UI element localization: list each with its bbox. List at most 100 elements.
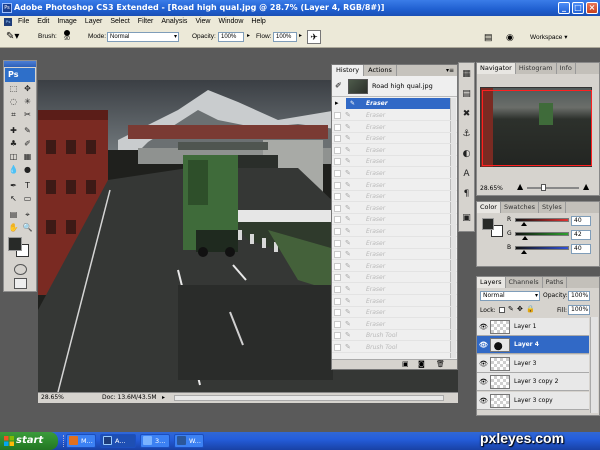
status-arrow-icon[interactable]: ▸: [162, 393, 165, 403]
flow-arrow-icon[interactable]: ▸: [299, 32, 302, 39]
navigator-slider-handle[interactable]: [541, 184, 546, 191]
task-word[interactable]: W...: [174, 434, 204, 448]
menu-layer[interactable]: Layer: [81, 18, 107, 25]
history-current-state[interactable]: ▸ ✎ Eraser: [335, 98, 450, 109]
navigator-view-box[interactable]: [482, 90, 592, 166]
history-state[interactable]: ✎ Eraser: [332, 307, 457, 319]
crop-icon[interactable]: ⌗: [7, 110, 20, 120]
history-state[interactable]: ✎ Eraser: [332, 272, 457, 284]
history-brush-checkbox[interactable]: [334, 309, 341, 317]
history-state[interactable]: ✎ Eraser: [332, 296, 457, 307]
brush-icon[interactable]: ✎: [21, 126, 34, 136]
layer-row[interactable]: 👁 Layer 1: [477, 318, 589, 336]
tab-histogram[interactable]: Histogram: [516, 63, 557, 74]
history-brush-source-icon[interactable]: ✐: [335, 81, 345, 91]
history-state[interactable]: ✎ Eraser: [332, 133, 457, 145]
history-brush-checkbox[interactable]: [334, 158, 341, 166]
history-brush-checkbox[interactable]: [334, 216, 341, 224]
eyedropper-icon[interactable]: ⌖: [21, 210, 34, 220]
history-brush-checkbox[interactable]: [334, 146, 341, 154]
tab-navigator[interactable]: Navigator: [477, 63, 516, 74]
mode-select[interactable]: Normal ▾: [107, 32, 179, 42]
color-slider-handle[interactable]: [521, 236, 528, 240]
history-state[interactable]: ✎ Eraser: [332, 203, 457, 214]
history-state[interactable]: ✎ Eraser: [332, 261, 457, 272]
paragraph-dock-icon[interactable]: ¶: [460, 187, 473, 201]
adjustments-dock-icon[interactable]: ◐: [460, 147, 473, 161]
foreground-color-swatch[interactable]: [8, 237, 22, 251]
visibility-eye-icon[interactable]: 👁: [479, 323, 488, 331]
color-channel-input[interactable]: 40: [571, 244, 591, 254]
history-brush-checkbox[interactable]: [334, 170, 341, 177]
layer-row[interactable]: 👁 Layer 3 copy 2: [477, 373, 589, 392]
clone-source-dock-icon[interactable]: ▤: [460, 87, 473, 101]
visibility-eye-icon[interactable]: 👁: [479, 341, 488, 349]
menu-view[interactable]: View: [191, 18, 214, 25]
task-explorer[interactable]: 3...: [140, 434, 170, 448]
trash-icon[interactable]: 🗑: [436, 360, 445, 368]
marquee-icon[interactable]: ⬚: [7, 84, 20, 94]
new-document-icon[interactable]: ▣: [402, 360, 409, 368]
history-snapshot[interactable]: ✐ Road high qual.jpg: [332, 77, 457, 97]
history-brush-checkbox[interactable]: [334, 274, 341, 282]
layer-row[interactable]: 👁 Layer 4: [477, 336, 589, 355]
start-button[interactable]: start: [0, 432, 58, 450]
brush-tool-preset-icon[interactable]: ✎▾: [6, 31, 20, 43]
tab-swatches[interactable]: Swatches: [501, 202, 540, 213]
maximize-button[interactable]: □: [572, 2, 584, 14]
tools-panel-header[interactable]: [4, 61, 36, 67]
minimize-button[interactable]: _: [558, 2, 570, 14]
airbrush-icon[interactable]: ✈: [307, 30, 321, 44]
dodge-icon[interactable]: ●: [21, 165, 34, 175]
tab-color[interactable]: Color: [477, 202, 501, 213]
lock-position-icon[interactable]: ✥: [517, 305, 523, 313]
character-dock-icon[interactable]: A: [460, 167, 473, 181]
notes-icon[interactable]: ▤: [7, 210, 20, 220]
history-brush-checkbox[interactable]: [334, 204, 341, 212]
panel-menu-icon[interactable]: ▾≡: [446, 65, 457, 76]
history-brush-checkbox[interactable]: [334, 344, 341, 351]
horizontal-scrollbar[interactable]: [174, 395, 444, 401]
history-brush-checkbox[interactable]: [334, 251, 341, 259]
menu-filter[interactable]: Filter: [134, 18, 158, 25]
history-state[interactable]: ✎ Eraser: [332, 191, 457, 203]
color-slider-handle[interactable]: [521, 222, 528, 226]
layer-row[interactable]: 👁 Layer 3: [477, 354, 589, 373]
menu-help[interactable]: Help: [247, 18, 269, 25]
history-state[interactable]: ✎ Eraser: [332, 249, 457, 261]
zoom-in-icon[interactable]: ▲: [583, 182, 589, 191]
color-fg-swatch[interactable]: [482, 218, 494, 230]
layer-comps-dock-icon[interactable]: ⚓: [460, 127, 473, 141]
history-brush-checkbox[interactable]: [334, 262, 341, 270]
screen-mode-icon[interactable]: [14, 278, 27, 289]
hand-icon[interactable]: ✋: [7, 223, 20, 233]
menu-select[interactable]: Select: [106, 18, 133, 25]
blend-mode-select[interactable]: Normal ▾: [480, 291, 540, 301]
lock-pixels-icon[interactable]: ✎: [508, 305, 514, 313]
history-state[interactable]: ✎ Eraser: [332, 180, 457, 191]
tab-actions[interactable]: Actions: [364, 65, 397, 76]
tab-channels[interactable]: Channels: [506, 277, 543, 288]
menu-window[interactable]: Window: [214, 18, 247, 25]
tab-info[interactable]: Info: [557, 63, 576, 74]
visibility-eye-icon[interactable]: 👁: [479, 397, 488, 405]
history-brush-icon[interactable]: ✐: [21, 139, 34, 149]
history-brush-checkbox[interactable]: [334, 135, 341, 143]
type-icon[interactable]: T: [21, 181, 34, 191]
history-state[interactable]: ✎ Eraser: [332, 238, 457, 249]
zoom-icon[interactable]: 🔍: [21, 223, 34, 233]
menu-edit[interactable]: Edit: [33, 18, 53, 25]
history-state[interactable]: ✎ Brush Tool: [332, 330, 457, 342]
stamp-icon[interactable]: ♣: [7, 139, 20, 149]
history-state[interactable]: ✎ Eraser: [332, 214, 457, 226]
workspace-menu[interactable]: Workspace ▾: [530, 33, 567, 41]
slice-icon[interactable]: ✂: [21, 110, 34, 120]
shape-icon[interactable]: ▭: [21, 194, 34, 204]
layer-opacity-input[interactable]: 100%: [568, 291, 590, 301]
tool-presets-icon[interactable]: ◉: [506, 31, 520, 43]
move-icon[interactable]: ✥: [21, 84, 34, 94]
history-state[interactable]: ✎ Eraser: [332, 156, 457, 168]
tool-presets-dock-icon[interactable]: ✖: [460, 107, 473, 121]
menu-file[interactable]: File: [14, 18, 33, 25]
history-brush-checkbox[interactable]: [334, 228, 341, 235]
